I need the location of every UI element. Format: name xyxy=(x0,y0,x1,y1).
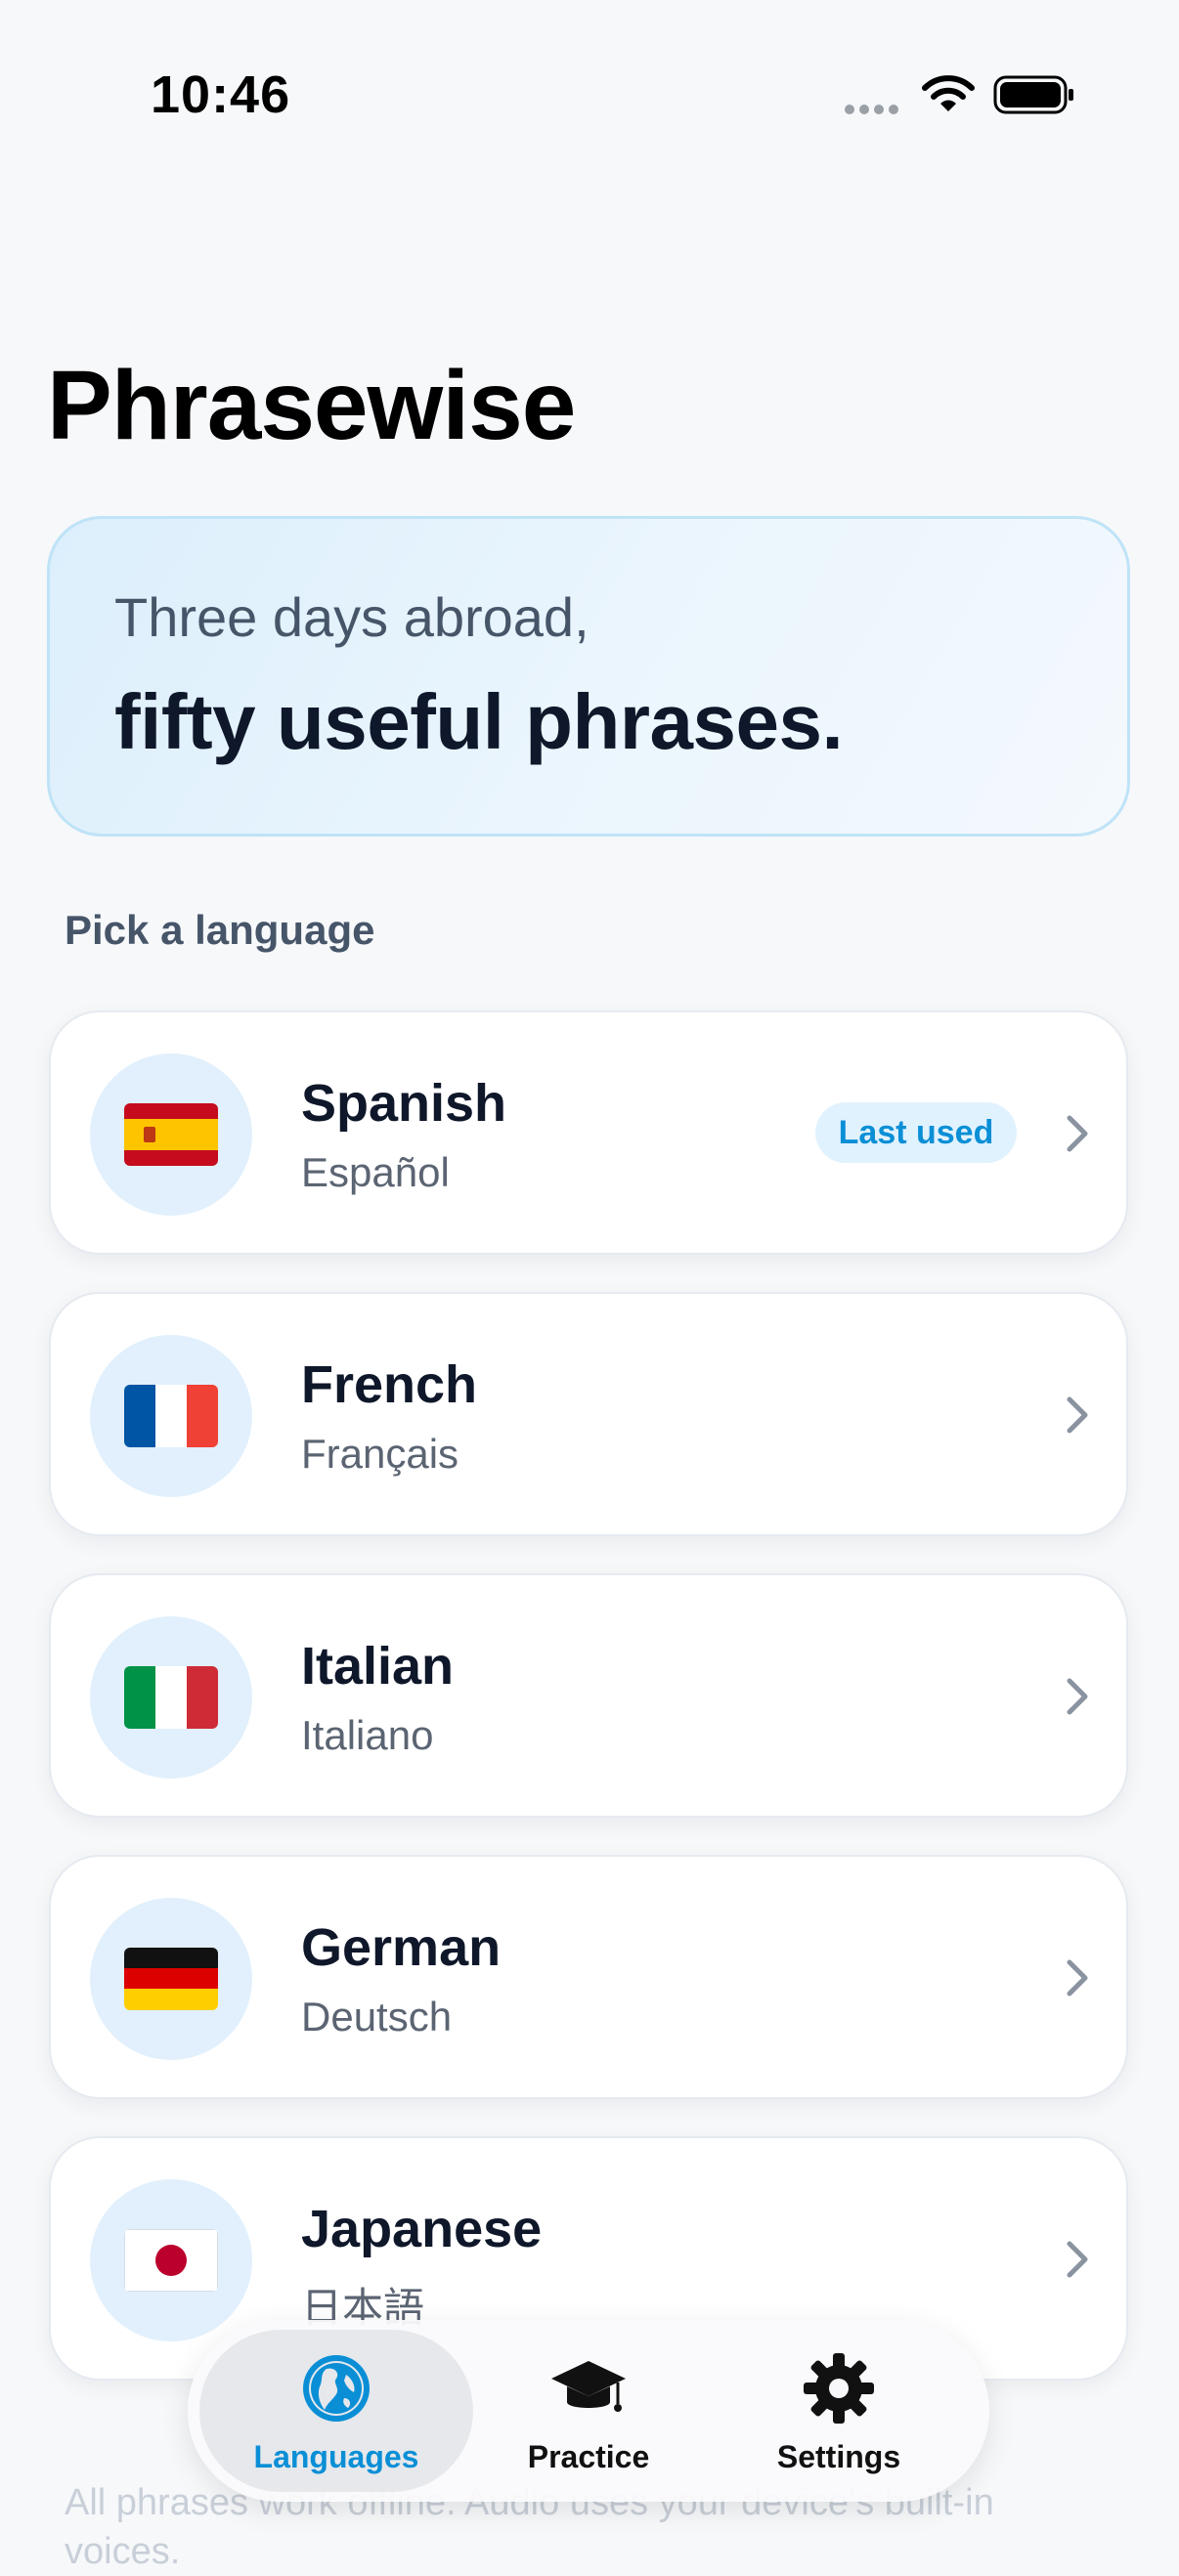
language-card-french[interactable]: French Français xyxy=(49,1292,1128,1536)
flag-badge xyxy=(90,1616,252,1779)
italy-flag-icon xyxy=(124,1666,218,1729)
chevron-right-icon xyxy=(1067,1115,1088,1152)
tab-label: Practice xyxy=(527,2439,650,2474)
graduation-cap-icon xyxy=(551,2361,626,2412)
language-native-name: Español xyxy=(301,1149,450,1195)
tab-settings[interactable]: Settings xyxy=(702,2330,976,2492)
tab-languages[interactable]: Languages xyxy=(199,2330,473,2492)
hero-card: Three days abroad, fifty useful phrases. xyxy=(47,516,1130,837)
globe-icon xyxy=(303,2355,370,2422)
france-flag-icon xyxy=(124,1385,218,1447)
hero-subtitle: Three days abroad, xyxy=(114,586,590,648)
language-native-name: Italiano xyxy=(301,1712,434,1758)
flag-badge xyxy=(90,2179,252,2341)
language-name: German xyxy=(301,1918,502,1977)
language-native-name: Français xyxy=(301,1431,459,1477)
hero-headline: fifty useful phrases. xyxy=(114,678,844,765)
last-used-badge: Last used xyxy=(815,1102,1017,1163)
flag-badge xyxy=(90,1053,252,1216)
chevron-right-icon xyxy=(1067,1678,1088,1715)
japan-flag-icon xyxy=(124,2229,218,2292)
language-card-italian[interactable]: Italian Italiano xyxy=(49,1573,1128,1818)
page-title: Phrasewise xyxy=(47,351,576,460)
wifi-icon xyxy=(922,75,975,111)
cellular-signal-icon xyxy=(845,102,903,119)
language-name: Spanish xyxy=(301,1074,507,1133)
germany-flag-icon xyxy=(124,1948,218,2010)
language-name: Japanese xyxy=(301,2200,543,2258)
flag-badge xyxy=(90,1335,252,1497)
tab-bar: Languages Practice Settings xyxy=(188,2320,989,2502)
section-label: Pick a language xyxy=(65,907,375,953)
language-name: French xyxy=(301,1355,478,1414)
language-native-name: Deutsch xyxy=(301,1994,453,2039)
spain-flag-icon xyxy=(124,1103,218,1166)
chevron-right-icon xyxy=(1067,1959,1088,1996)
tab-practice[interactable]: Practice xyxy=(452,2330,725,2492)
flag-badge xyxy=(90,1898,252,2060)
status-bar: 10:46 xyxy=(0,0,1179,195)
language-card-spanish[interactable]: Spanish Español Last used xyxy=(49,1010,1128,1255)
language-card-german[interactable]: German Deutsch xyxy=(49,1855,1128,2099)
tab-label: Settings xyxy=(776,2439,901,2474)
chevron-right-icon xyxy=(1067,1396,1088,1434)
chevron-right-icon xyxy=(1067,2241,1088,2278)
tab-label: Languages xyxy=(253,2439,419,2474)
status-time: 10:46 xyxy=(151,65,291,124)
language-name: Italian xyxy=(301,1637,455,1696)
battery-icon xyxy=(993,75,1073,114)
gear-icon xyxy=(804,2353,874,2424)
